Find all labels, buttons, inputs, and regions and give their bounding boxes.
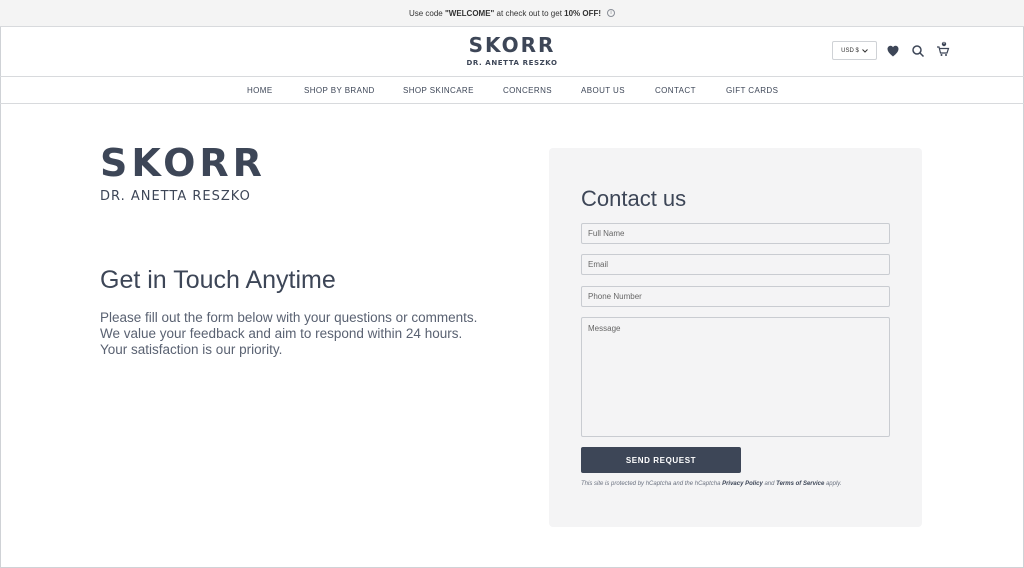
- currency-label: USD $: [841, 47, 859, 54]
- legal-and: and: [762, 481, 777, 487]
- header-logo-sub: DR. ANETTA RESZKO: [466, 59, 558, 67]
- legal-prefix: This site is protected by hCaptcha and t…: [581, 481, 723, 487]
- contact-form-title: Contact us: [581, 186, 687, 211]
- nav-about-us[interactable]: ABOUT US: [581, 86, 625, 95]
- promo-prefix: Use code: [408, 8, 445, 18]
- page-title: Get in Touch Anytime: [100, 266, 336, 294]
- hero-logo-sub: DR. ANETTA RESZKO: [100, 189, 251, 204]
- search-icon[interactable]: [911, 44, 925, 58]
- promo-middle: at check out to get: [494, 8, 565, 18]
- phone-number-field[interactable]: [581, 286, 890, 307]
- main-nav: HOME SHOP BY BRAND SHOP SKINCARE CONCERN…: [0, 77, 1024, 104]
- nav-contact[interactable]: CONTACT: [655, 86, 696, 95]
- send-request-button[interactable]: SEND REQUEST: [581, 447, 741, 473]
- promo-discount: 10% OFF!: [564, 8, 602, 18]
- terms-of-service-link[interactable]: Terms of Service: [776, 481, 824, 487]
- intro-text: Please fill out the form below with your…: [100, 310, 478, 357]
- nav-home[interactable]: HOME: [247, 86, 273, 95]
- email-field[interactable]: [581, 254, 890, 275]
- nav-shop-by-brand[interactable]: SHOP BY BRAND: [304, 86, 375, 95]
- promo-bar: Use code "WELCOME" at check out to get 1…: [0, 0, 1024, 27]
- hero-logo-brand: SKORR: [100, 141, 266, 185]
- privacy-policy-link[interactable]: Privacy Policy: [722, 481, 763, 487]
- message-field[interactable]: [581, 317, 890, 437]
- captcha-notice: This site is protected by hCaptcha and t…: [581, 481, 842, 487]
- nav-concerns[interactable]: CONCERNS: [503, 86, 552, 95]
- header-logo-brand: SKORR: [468, 33, 556, 57]
- site-header: SKORR DR. ANETTA RESZKO USD $ 0: [0, 27, 1024, 77]
- contact-form-panel: Contact us SEND REQUEST This site is pro…: [549, 148, 922, 527]
- promo-code: "WELCOME": [444, 8, 495, 18]
- chevron-down-icon: [861, 48, 868, 53]
- nav-gift-cards[interactable]: GIFT CARDS: [726, 86, 778, 95]
- legal-suffix: apply.: [824, 481, 842, 487]
- full-name-field[interactable]: [581, 223, 890, 244]
- cart-count: 0: [943, 41, 945, 45]
- heart-icon[interactable]: [886, 44, 900, 58]
- currency-selector[interactable]: USD $: [832, 41, 877, 60]
- hero-logo: SKORR DR. ANETTA RESZKO: [100, 143, 266, 204]
- nav-shop-skincare[interactable]: SHOP SKINCARE: [403, 86, 474, 95]
- header-logo[interactable]: SKORR DR. ANETTA RESZKO: [462, 34, 562, 67]
- info-icon[interactable]: i: [607, 9, 616, 17]
